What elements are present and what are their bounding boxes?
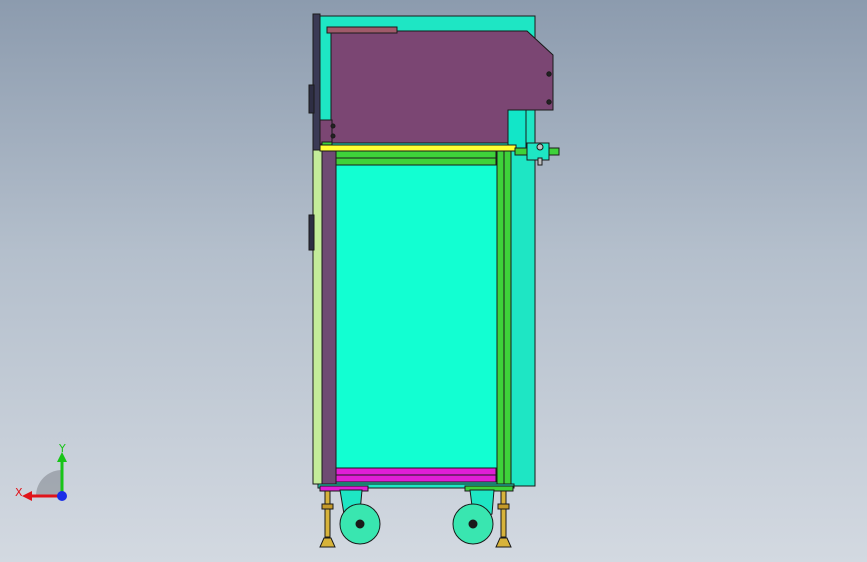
hood-clamp	[319, 119, 333, 145]
top-rail	[319, 144, 517, 152]
z-axis-dot	[57, 491, 67, 501]
cabinet-model[interactable]	[0, 0, 867, 562]
clamp-bolt	[330, 133, 336, 139]
y-axis-label: Y	[58, 442, 66, 455]
side-frame	[321, 149, 337, 485]
leveling-foot-right	[500, 490, 507, 538]
foot-pad-right	[495, 537, 512, 548]
triad-detail	[22, 491, 32, 501]
model-detail	[468, 519, 478, 529]
axis-triad: Y X	[15, 442, 67, 501]
hood-bolt	[546, 99, 552, 105]
front-panel	[332, 154, 502, 474]
bracket-pin	[537, 157, 543, 166]
cad-viewport[interactable]: Y X	[0, 0, 867, 562]
hood-top-bracket	[326, 26, 398, 34]
triad-plane-indicator	[36, 470, 62, 496]
hood-bolt	[546, 71, 552, 77]
model-detail	[497, 503, 510, 510]
bracket-bolt	[536, 143, 544, 151]
model-detail	[308, 13, 560, 548]
hinge-left	[308, 214, 315, 251]
foot-pad-left	[319, 537, 336, 548]
model-detail	[321, 503, 334, 510]
leveling-foot-left	[324, 490, 331, 538]
hinge-left	[308, 84, 315, 114]
model-detail	[355, 519, 365, 529]
clamp-bolt	[330, 123, 336, 129]
x-axis-label: X	[15, 486, 23, 499]
hood-right-column	[507, 109, 527, 151]
